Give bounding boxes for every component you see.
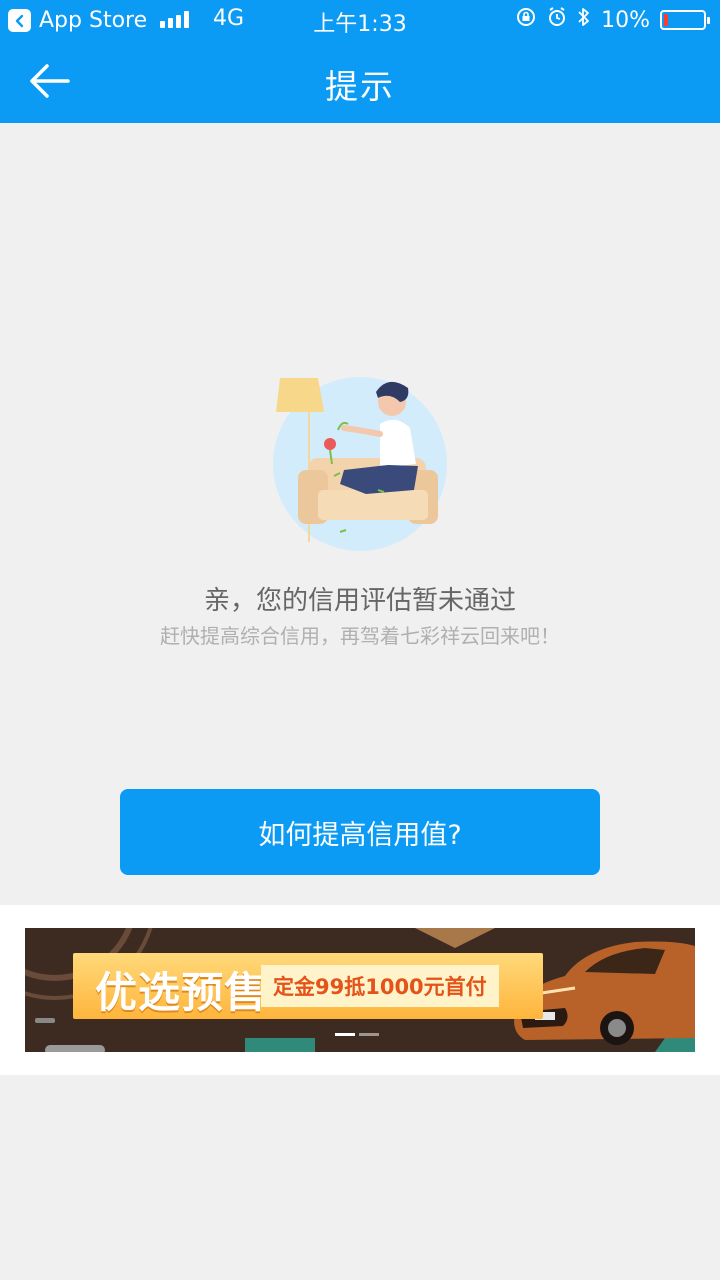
battery-level — [664, 14, 668, 26]
banner-dot — [359, 1033, 379, 1036]
nav-bar: 提示 — [0, 40, 720, 123]
bluetooth-icon — [577, 6, 591, 34]
result-subtitle: 赶快提高综合信用，再驾着七彩祥云回来吧！ — [160, 624, 560, 648]
battery-icon — [660, 10, 710, 30]
page-title: 提示 — [325, 67, 395, 106]
banner-dot-active — [335, 1033, 355, 1036]
orientation-lock-icon — [515, 6, 537, 34]
improve-credit-button[interactable]: 如何提高信用值? — [120, 789, 600, 875]
banner-headline-block: 优选预售 定金99抵1000元首付 — [73, 953, 543, 1019]
banner-headline: 优选预售 — [95, 968, 268, 1017]
ad-banner-container: 优选预售 定金99抵1000元首付 — [0, 905, 720, 1075]
banner-deal: 定金99抵1000元首付 — [261, 965, 499, 1007]
status-bar: App Store 4G 上午1:33 10% — [0, 0, 720, 40]
credit-failed-illustration — [268, 372, 452, 556]
result-title: 亲，您的信用评估暂未通过 — [203, 586, 516, 616]
banner-pagination — [335, 1033, 379, 1036]
battery-percent: 10% — [601, 7, 650, 33]
alarm-icon — [547, 6, 567, 34]
ad-banner[interactable]: 优选预售 定金99抵1000元首付 — [25, 928, 695, 1052]
